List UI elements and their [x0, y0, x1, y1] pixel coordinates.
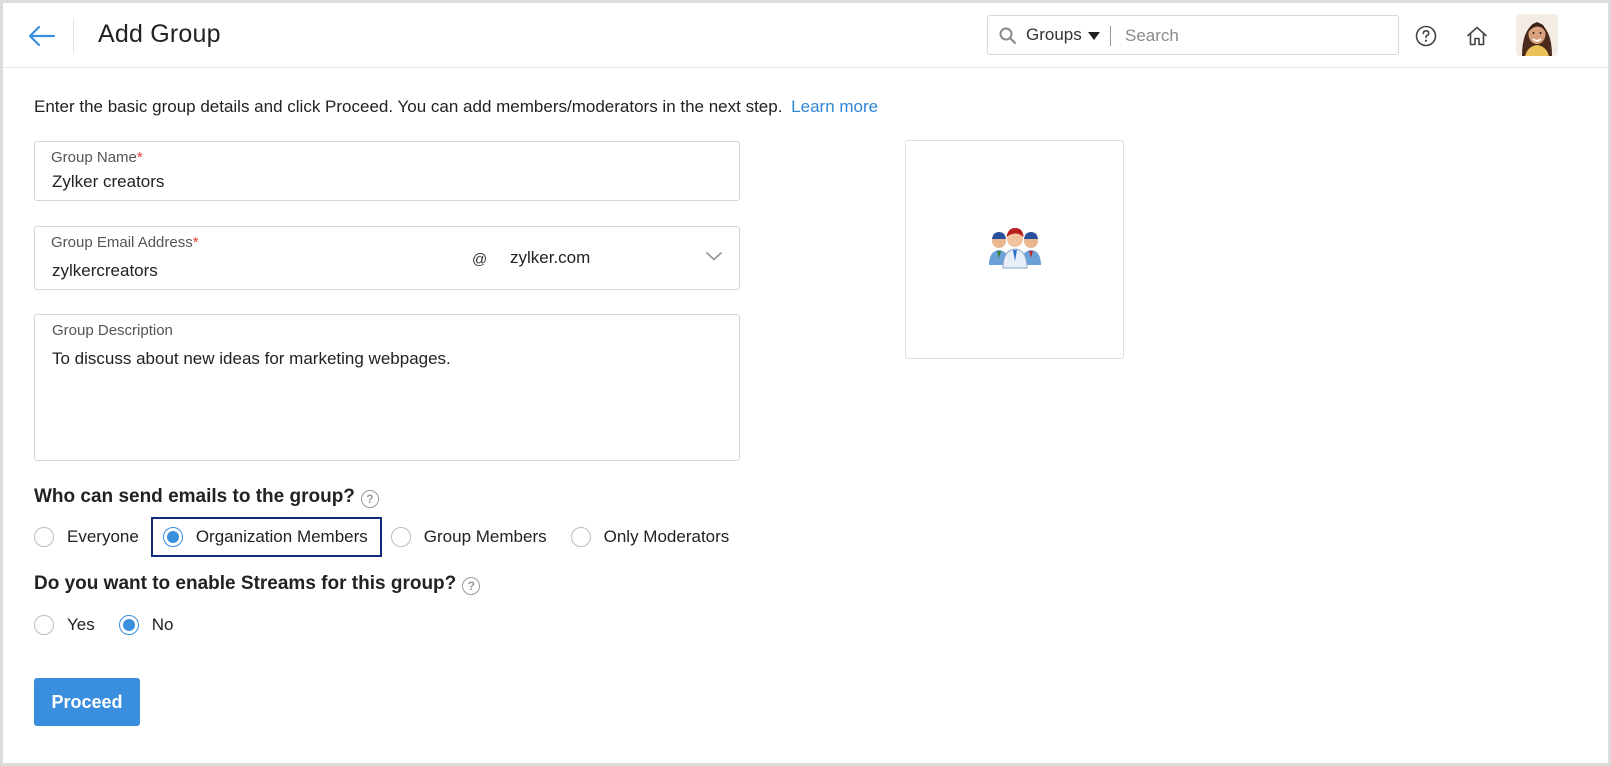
group-email-field: Group Email Address* zylkercreators @ zy… [34, 226, 740, 290]
group-name-input[interactable]: Zylker creators [52, 172, 164, 192]
radio-button-selected[interactable] [118, 615, 139, 635]
intro-description: Enter the basic group details and click … [34, 97, 783, 116]
streams-options: Yes No [34, 605, 173, 645]
radio-yes[interactable]: Yes [34, 605, 95, 645]
search-scope-label: Groups [1026, 25, 1082, 44]
header-divider [73, 19, 74, 53]
group-email-input[interactable]: zylkercreators [52, 261, 158, 281]
group-description-field[interactable]: Group Description To discuss about new i… [34, 314, 740, 461]
back-arrow-icon[interactable] [25, 21, 59, 51]
search-scope-dropdown[interactable]: Groups [1026, 25, 1100, 45]
learn-more-link[interactable]: Learn more [791, 97, 878, 116]
streams-question: Do you want to enable Streams for this g… [34, 573, 481, 595]
group-name-label: Group Name* [51, 149, 143, 166]
help-circle-icon[interactable]: ? [360, 489, 379, 508]
required-marker: * [192, 234, 199, 251]
streams-title: Do you want to enable Streams for this g… [34, 573, 457, 594]
group-description-input[interactable]: To discuss about new ideas for marketing… [52, 349, 451, 369]
group-email-label: Group Email Address* [51, 234, 199, 251]
help-circle-icon[interactable]: ? [462, 576, 481, 595]
radio-button[interactable] [570, 527, 591, 547]
radio-label: No [151, 615, 174, 634]
send-permission-question: Who can send emails to the group? ? [34, 486, 379, 508]
radio-label: Everyone [67, 527, 139, 546]
radio-button[interactable] [390, 527, 411, 547]
avatar[interactable] [1516, 14, 1558, 56]
proceed-button[interactable]: Proceed [34, 678, 140, 726]
page-title: Add Group [98, 20, 221, 48]
search-icon [998, 26, 1018, 51]
group-description-label: Group Description [52, 322, 173, 339]
radio-label: Organization Members [195, 527, 368, 546]
group-name-label-text: Group Name [51, 149, 137, 166]
send-permission-title: Who can send emails to the group? [34, 486, 355, 507]
caret-down-icon [1087, 32, 1100, 40]
intro-text: Enter the basic group details and click … [34, 97, 878, 117]
search-separator [1110, 26, 1111, 46]
radio-button[interactable] [34, 527, 54, 547]
radio-group-members[interactable]: Group Members [390, 517, 547, 557]
radio-button-selected[interactable] [162, 527, 183, 547]
radio-button[interactable] [34, 615, 54, 635]
domain-dropdown[interactable]: zylker.com [510, 248, 590, 268]
top-header: Add Group Groups [3, 3, 1608, 68]
group-people-icon [985, 225, 1045, 274]
group-photo-upload[interactable] [905, 140, 1124, 359]
radio-organization-members[interactable]: Organization Members [150, 517, 382, 557]
app-window: Add Group Groups Search Enter the basic … [0, 0, 1611, 766]
radio-label: Yes [67, 615, 95, 634]
search-bar: Groups [987, 15, 1399, 55]
home-icon[interactable] [1464, 23, 1490, 49]
radio-everyone[interactable]: Everyone [34, 517, 139, 557]
send-permission-options: Everyone Organization Members Group Memb… [34, 517, 729, 557]
radio-label: Group Members [423, 527, 547, 546]
group-email-label-text: Group Email Address [51, 234, 193, 251]
search-input[interactable] [1123, 20, 1387, 52]
radio-only-moderators[interactable]: Only Moderators [570, 517, 730, 557]
radio-no[interactable]: No [118, 605, 174, 645]
chevron-down-icon[interactable] [705, 249, 723, 267]
group-name-field[interactable]: Group Name* Zylker creators [34, 141, 740, 201]
radio-label: Only Moderators [603, 527, 730, 546]
help-icon[interactable] [1413, 23, 1439, 49]
required-marker: * [136, 149, 143, 166]
at-sign: @ [472, 251, 488, 268]
